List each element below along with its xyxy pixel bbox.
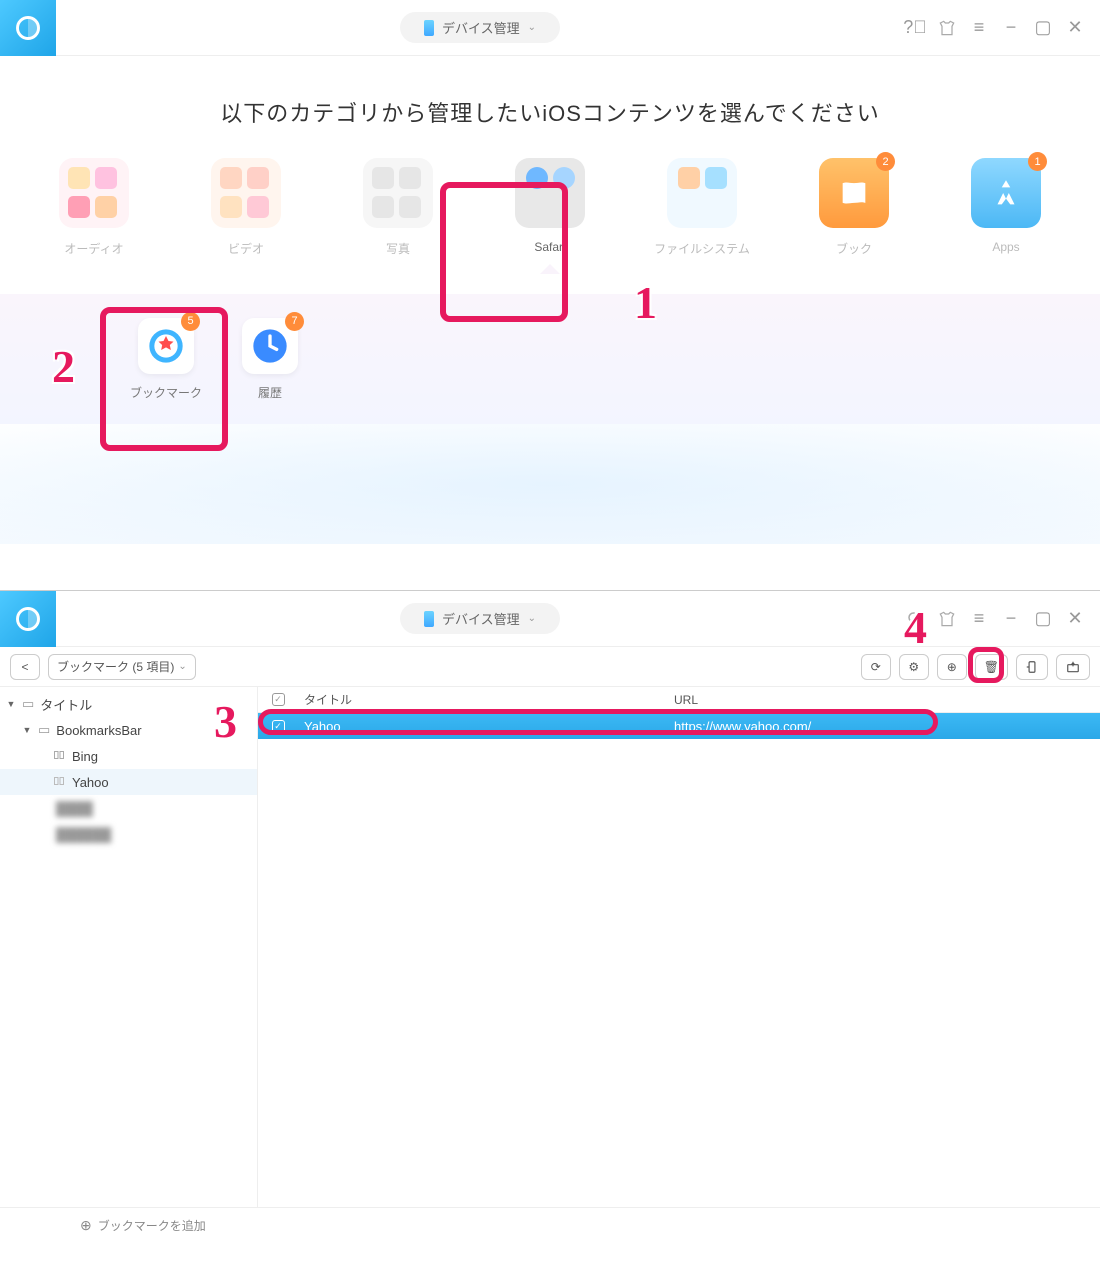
category-row: オーディオ ビデオ 写真 Safari bbox=[0, 158, 1100, 294]
page-heading: 以下のカテゴリから管理したいiOSコンテンツを選んでください bbox=[0, 56, 1100, 158]
tree-label: BookmarksBar bbox=[56, 723, 141, 738]
device-label: デバイス管理 bbox=[442, 18, 520, 37]
device-selector[interactable]: デバイス管理 ⌄ bbox=[400, 12, 560, 43]
menu-icon[interactable]: ≡ bbox=[968, 17, 990, 39]
phone-icon bbox=[424, 611, 434, 627]
decorative-wave bbox=[0, 424, 1100, 544]
blurred-item: ████ bbox=[0, 795, 257, 821]
device-label: デバイス管理 bbox=[442, 609, 520, 628]
add-button[interactable]: ⊕ bbox=[937, 654, 967, 680]
callout-3: 3 bbox=[214, 695, 237, 748]
blurred-item: ██████ bbox=[0, 821, 257, 847]
to-device-button[interactable] bbox=[1016, 654, 1048, 680]
content-area: ▼ ▭ タイトル ▼ ▭ BookmarksBar Bing Yahoo ███… bbox=[0, 687, 1100, 1207]
settings-button[interactable]: ⚙ bbox=[899, 654, 929, 680]
col-url[interactable]: URL bbox=[668, 693, 1100, 707]
maximize-icon[interactable]: ▢ bbox=[1032, 608, 1054, 630]
shirt-icon[interactable] bbox=[936, 17, 958, 39]
close-icon[interactable]: ✕ bbox=[1064, 17, 1086, 39]
category-label: 写真 bbox=[386, 240, 410, 257]
badge: 1 bbox=[1028, 152, 1047, 171]
close-icon[interactable]: ✕ bbox=[1064, 608, 1086, 630]
plus-icon[interactable]: ⊕ bbox=[80, 1217, 92, 1234]
category-label: ブック bbox=[836, 240, 872, 257]
help-icon[interactable]: ?⃝ bbox=[904, 17, 926, 39]
sub-history[interactable]: 7 履歴 bbox=[242, 318, 298, 401]
callout-4: 4 bbox=[904, 601, 927, 654]
refresh-button[interactable]: ⟳ bbox=[861, 654, 891, 680]
row-checkbox[interactable]: ✓ bbox=[272, 720, 285, 733]
table-header: ✓ タイトル URL bbox=[258, 687, 1100, 713]
category-filesystem[interactable]: ファイルシステム bbox=[652, 158, 752, 274]
category-photo[interactable]: 写真 bbox=[348, 158, 448, 274]
minimize-icon[interactable]: − bbox=[1000, 17, 1022, 39]
sub-label: 履歴 bbox=[258, 384, 282, 401]
footer: ⊕ ブックマークを追加 bbox=[0, 1207, 1100, 1243]
cell-title: Yahoo bbox=[298, 719, 668, 734]
add-bookmark-button[interactable]: ブックマークを追加 bbox=[98, 1217, 206, 1234]
folder-icon: ▭ bbox=[22, 696, 34, 712]
folder-icon: ▭ bbox=[38, 722, 50, 738]
maximize-icon[interactable]: ▢ bbox=[1032, 17, 1054, 39]
folder-tree: ▼ ▭ タイトル ▼ ▭ BookmarksBar Bing Yahoo ███… bbox=[0, 687, 258, 1207]
badge: 2 bbox=[876, 152, 895, 171]
back-button[interactable]: < bbox=[10, 654, 40, 680]
bookmark-table: ✓ タイトル URL ✓ Yahoo https://www.yahoo.com… bbox=[258, 687, 1100, 1207]
col-title[interactable]: タイトル bbox=[298, 691, 668, 708]
window-category-picker: デバイス管理 ⌄ ?⃝ ≡ − ▢ ✕ 以下のカテゴリから管理したいiOSコンテ… bbox=[0, 0, 1100, 590]
app-logo bbox=[0, 591, 56, 647]
disclosure-icon: ▼ bbox=[22, 725, 32, 735]
cell-url: https://www.yahoo.com/ bbox=[668, 719, 1100, 734]
sub-bookmarks[interactable]: 5 ブックマーク bbox=[130, 318, 202, 401]
selected-pointer-icon bbox=[540, 264, 560, 274]
category-safari[interactable]: Safari bbox=[500, 158, 600, 274]
window-bookmark-manager: デバイス管理 ⌄ ≡ − ▢ ✕ < ブックマーク (5 項目) ⌄ ⟳ ⚙ ⊕… bbox=[0, 590, 1100, 1243]
badge: 7 bbox=[285, 312, 304, 331]
category-label: Safari bbox=[534, 240, 565, 254]
breadcrumb-label: ブックマーク (5 項目) bbox=[57, 658, 174, 675]
tree-item-yahoo[interactable]: Yahoo bbox=[0, 769, 257, 795]
tree-label: タイトル bbox=[40, 695, 92, 714]
category-book[interactable]: 2 ブック bbox=[804, 158, 904, 274]
delete-button[interactable]: 🗑 bbox=[975, 654, 1008, 680]
breadcrumb-dropdown[interactable]: ブックマーク (5 項目) ⌄ bbox=[48, 654, 196, 680]
category-apps[interactable]: 1 Apps bbox=[956, 158, 1056, 274]
phone-icon bbox=[424, 20, 434, 36]
disclosure-icon: ▼ bbox=[6, 699, 16, 709]
category-label: オーディオ bbox=[64, 240, 123, 257]
bookmark-icon bbox=[52, 749, 66, 764]
category-label: ファイルシステム bbox=[654, 240, 750, 257]
header-checkbox[interactable]: ✓ bbox=[258, 693, 298, 706]
minimize-icon[interactable]: − bbox=[1000, 608, 1022, 630]
category-audio[interactable]: オーディオ bbox=[44, 158, 144, 274]
badge: 5 bbox=[181, 312, 200, 331]
category-label: Apps bbox=[992, 240, 1019, 254]
toolbar: < ブックマーク (5 項目) ⌄ ⟳ ⚙ ⊕ 🗑 bbox=[0, 647, 1100, 687]
device-selector[interactable]: デバイス管理 ⌄ bbox=[400, 603, 560, 634]
bookmark-icon bbox=[52, 775, 66, 790]
safari-sub-panel: 5 ブックマーク 7 履歴 bbox=[0, 294, 1100, 424]
category-label: ビデオ bbox=[228, 240, 264, 257]
table-row[interactable]: ✓ Yahoo https://www.yahoo.com/ bbox=[258, 713, 1100, 739]
callout-2: 2 bbox=[52, 340, 75, 393]
chevron-down-icon: ⌄ bbox=[528, 613, 536, 624]
app-logo bbox=[0, 0, 56, 56]
sub-label: ブックマーク bbox=[130, 384, 202, 401]
chevron-down-icon: ⌄ bbox=[178, 661, 186, 672]
shirt-icon[interactable] bbox=[936, 608, 958, 630]
menu-icon[interactable]: ≡ bbox=[968, 608, 990, 630]
callout-1: 1 bbox=[634, 276, 657, 329]
titlebar: デバイス管理 ⌄ ?⃝ ≡ − ▢ ✕ bbox=[0, 0, 1100, 56]
category-video[interactable]: ビデオ bbox=[196, 158, 296, 274]
export-button[interactable] bbox=[1056, 654, 1090, 680]
chevron-down-icon: ⌄ bbox=[528, 22, 536, 33]
tree-label: Bing bbox=[72, 749, 98, 764]
tree-label: Yahoo bbox=[72, 775, 109, 790]
titlebar: デバイス管理 ⌄ ≡ − ▢ ✕ bbox=[0, 591, 1100, 647]
